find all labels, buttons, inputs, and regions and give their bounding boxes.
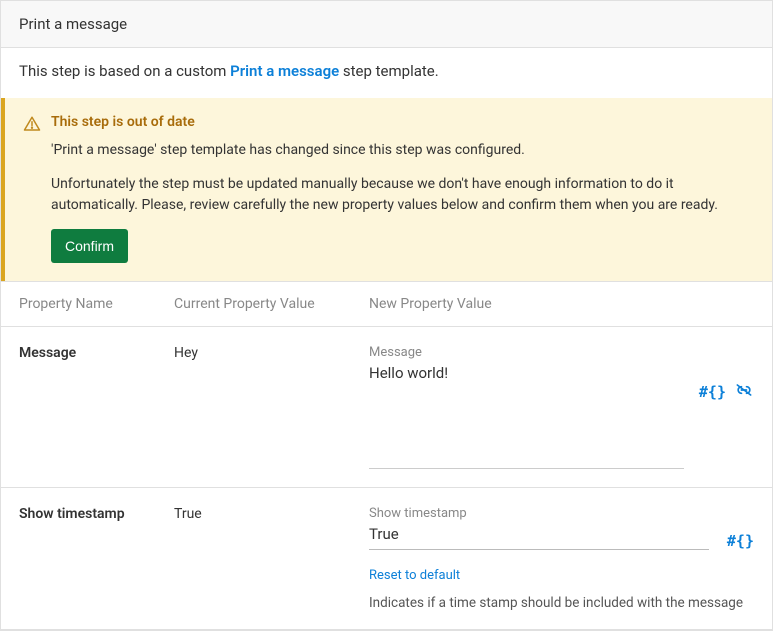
property-name: Show timestamp bbox=[19, 506, 174, 522]
panel-intro: This step is based on a custom Print a m… bbox=[1, 48, 772, 98]
variable-binding-icon[interactable]: #{} bbox=[727, 532, 754, 550]
field-label: Message bbox=[369, 345, 694, 360]
property-current-value: True bbox=[174, 506, 369, 522]
property-current-value: Hey bbox=[174, 345, 369, 361]
property-new-value-cell: Show timestamp True #{} Reset to default… bbox=[369, 506, 754, 611]
property-row: Message Hey Message Hello world! #{} bbox=[1, 326, 772, 487]
intro-suffix: step template. bbox=[339, 62, 439, 80]
property-row: Show timestamp True Show timestamp True … bbox=[1, 487, 772, 630]
alert-line-2: Unfortunately the step must be updated m… bbox=[51, 174, 754, 215]
warning-icon bbox=[23, 115, 41, 133]
field-help-text: Indicates if a time stamp should be incl… bbox=[369, 595, 754, 611]
field-label: Show timestamp bbox=[369, 506, 754, 521]
col-header-new: New Property Value bbox=[369, 296, 754, 312]
out-of-date-alert: This step is out of date 'Print a messag… bbox=[1, 98, 772, 281]
col-header-current: Current Property Value bbox=[174, 296, 369, 312]
reset-to-default-link[interactable]: Reset to default bbox=[369, 568, 460, 583]
intro-prefix: This step is based on a custom bbox=[19, 62, 230, 80]
alert-line-1: 'Print a message' step template has chan… bbox=[51, 140, 754, 160]
step-template-link[interactable]: Print a message bbox=[230, 62, 339, 80]
step-panel: Print a message This step is based on a … bbox=[0, 0, 773, 631]
variable-binding-icon[interactable]: #{} bbox=[699, 383, 726, 401]
unlink-icon[interactable] bbox=[734, 383, 754, 401]
property-new-value-cell: Message Hello world! bbox=[369, 345, 694, 469]
panel-title: Print a message bbox=[1, 1, 772, 48]
field-underline bbox=[369, 468, 684, 469]
alert-title: This step is out of date bbox=[51, 114, 754, 130]
col-header-name: Property Name bbox=[19, 296, 174, 312]
message-input[interactable]: Hello world! bbox=[369, 364, 694, 388]
show-timestamp-input[interactable]: True bbox=[369, 525, 715, 545]
confirm-button[interactable]: Confirm bbox=[51, 229, 128, 263]
property-name: Message bbox=[19, 345, 174, 361]
property-table-header: Property Name Current Property Value New… bbox=[1, 281, 772, 326]
field-underline bbox=[369, 549, 709, 550]
